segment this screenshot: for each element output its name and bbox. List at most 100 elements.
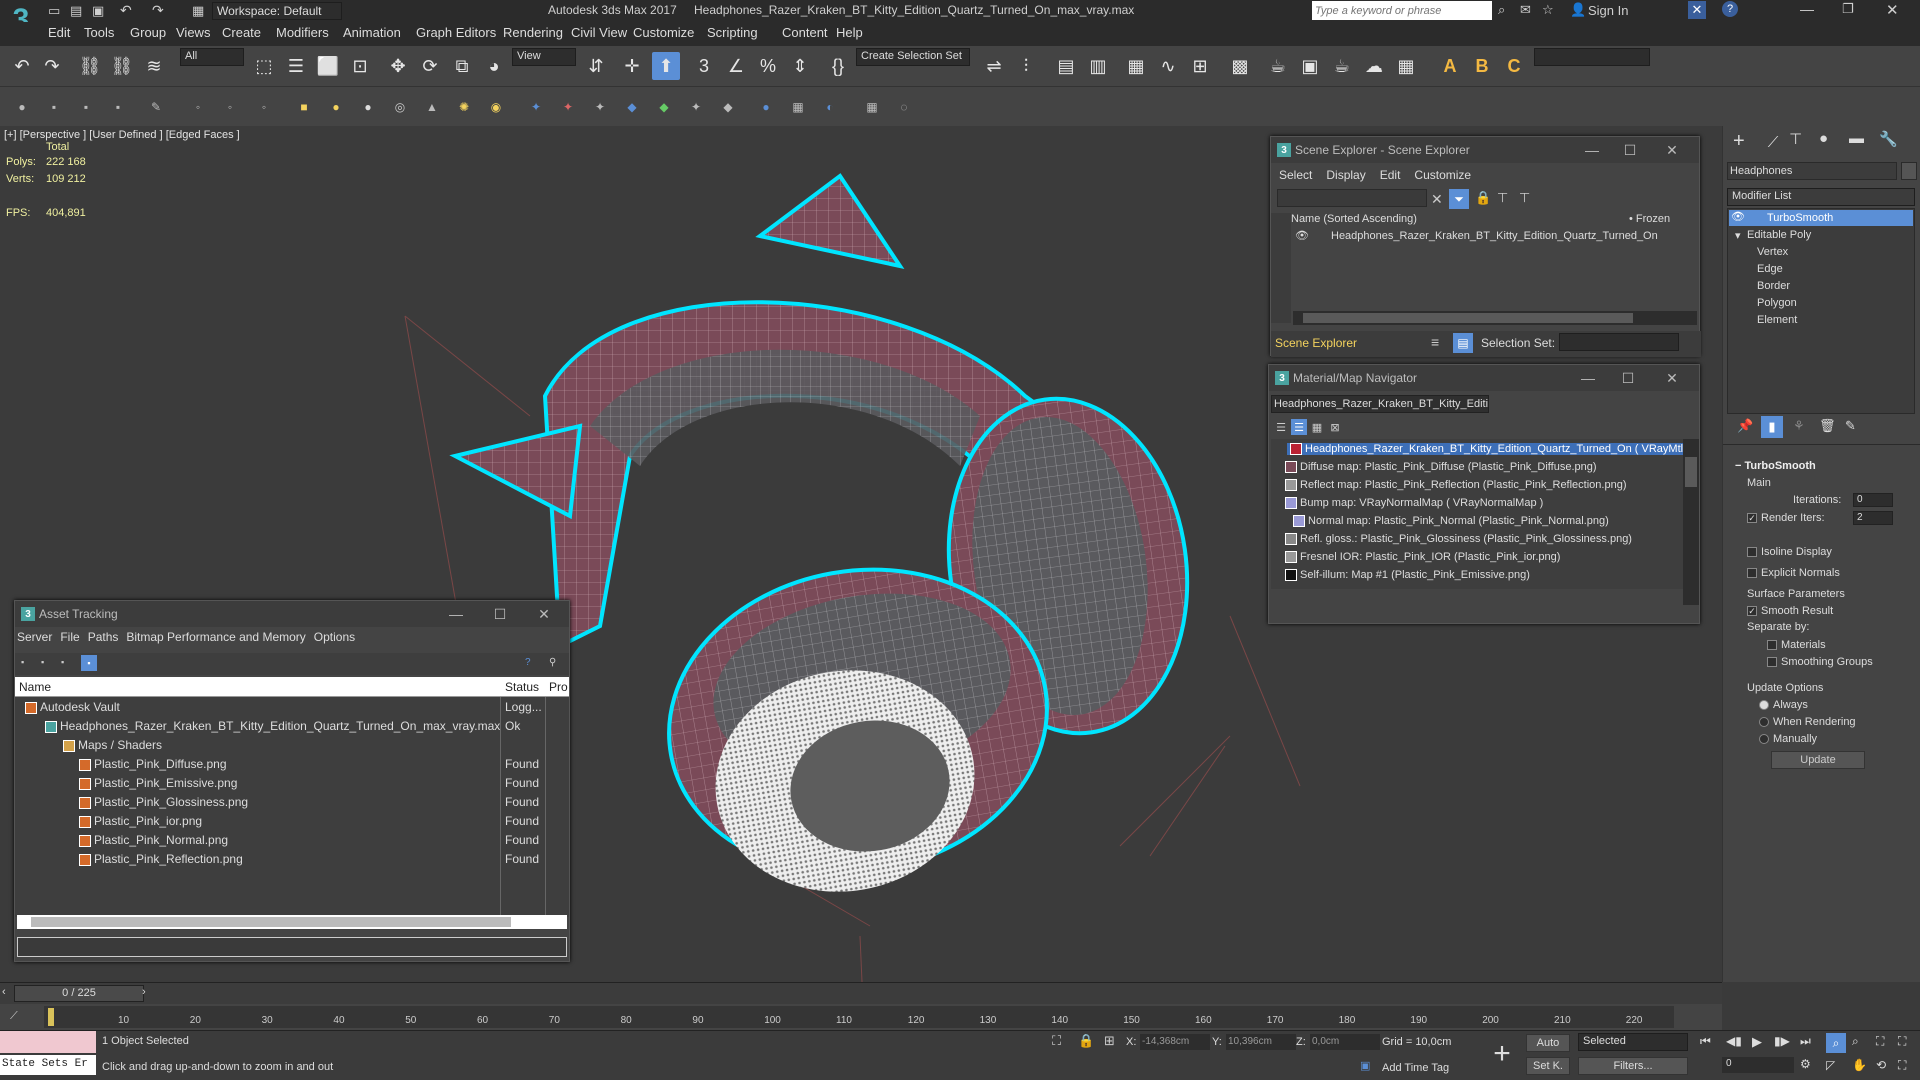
make-unique-icon[interactable]: ⚘ [1793, 418, 1805, 434]
sign-in-link[interactable]: Sign In [1588, 3, 1628, 18]
utilities-tab-icon[interactable]: 🔧 [1879, 130, 1898, 148]
set-key-icon[interactable]: + [1488, 1035, 1516, 1073]
asset-tool-icon-4[interactable]: ▪ [81, 655, 97, 671]
render-production-icon[interactable]: ☕ [1328, 52, 1356, 80]
view-list-icon[interactable]: ☰ [1273, 419, 1289, 435]
render-setup-icon[interactable]: ☕ [1264, 52, 1292, 80]
column-header-name[interactable]: Name (Sorted Ascending) [1291, 213, 1417, 225]
previous-frame-icon[interactable]: ◀▮ [1726, 1034, 1742, 1048]
tool-icon-16[interactable]: ● [756, 97, 776, 117]
eye-icon[interactable]: 👁 [1731, 210, 1745, 223]
asset-row[interactable]: Plastic_Pink_Diffuse.png [79, 757, 227, 771]
autodesk-x-icon[interactable]: ✕ [1688, 1, 1706, 19]
helper-icon[interactable]: ◉ [486, 97, 506, 117]
map-item[interactable]: Self-illum: Map #1 (Plastic_Pink_Emissiv… [1285, 569, 1530, 582]
modify-tab-icon[interactable]: ⟋ [1761, 130, 1785, 154]
scene-explorer-icon[interactable]: ▤ [1052, 52, 1080, 80]
tool-icon-13[interactable]: ◆ [654, 97, 674, 117]
remove-modifier-icon[interactable]: 🗑 [1819, 418, 1836, 434]
tool-icon-2[interactable]: ▪ [44, 97, 64, 117]
subobject-item[interactable]: Element [1757, 314, 1797, 326]
absolute-mode-icon[interactable]: ⊞ [1104, 1033, 1115, 1049]
minimize-icon[interactable]: — [447, 605, 465, 623]
create-selection-set-dropdown[interactable]: Create Selection Set [856, 48, 970, 66]
smoothing-groups-checkbox[interactable]: Smoothing Groups [1767, 656, 1873, 668]
box-primitive-icon[interactable]: ■ [294, 97, 314, 117]
asset-row[interactable]: Plastic_Pink_Emissive.png [79, 776, 237, 790]
hierarchy-icon[interactable]: ⊤ [1497, 190, 1508, 206]
selection-set-icon[interactable]: ▤ [1453, 333, 1473, 353]
rollout-title[interactable]: − TurboSmooth [1735, 460, 1816, 472]
asset-menu-options[interactable]: Options [314, 630, 355, 644]
asset-path-field[interactable] [17, 937, 567, 957]
asset-tool-icon-3[interactable]: ▪ [61, 657, 64, 667]
curve-editor-icon[interactable]: ∿ [1154, 52, 1182, 80]
torus-primitive-icon[interactable]: ◎ [390, 97, 410, 117]
favorites-icon[interactable]: ☆ [1542, 2, 1554, 18]
render-cloud-icon[interactable]: ☁ [1360, 52, 1388, 80]
placement-icon[interactable]: ◕ [480, 52, 508, 80]
motion-tab-icon[interactable]: ● [1819, 130, 1828, 147]
material-navigator-titlebar[interactable]: 3 Material/Map Navigator — ☐ ✕ [1269, 365, 1699, 391]
scene-item-eye-icon[interactable]: 👁 [1295, 229, 1309, 242]
map-item[interactable]: Fresnel IOR: Plastic_Pink_IOR (Plastic_P… [1285, 551, 1560, 564]
material-root[interactable]: Headphones_Razer_Kraken_BT_Kitty_Edition… [1287, 443, 1693, 456]
rectangular-selection-icon[interactable]: ⬜ [314, 52, 342, 80]
tool-icon-5[interactable]: ✎ [146, 97, 166, 117]
scene-explorer-menu-display[interactable]: Display [1326, 168, 1365, 182]
material-tree-scrollbar[interactable] [1683, 439, 1699, 605]
zoom-extents-all-icon[interactable]: ⛶ [1898, 1034, 1906, 1049]
select-object-icon[interactable]: ⬚ [250, 52, 278, 80]
window-crossing-icon[interactable]: ⊡ [346, 52, 374, 80]
pan-icon[interactable]: ✋ [1852, 1058, 1867, 1072]
tool-icon-9[interactable]: ✦ [526, 97, 546, 117]
zoom-icon[interactable]: ⌕ [1826, 1033, 1846, 1053]
edit-named-selection-icon[interactable]: {} [824, 52, 852, 80]
rendered-frame-window-icon[interactable]: ▣ [1296, 52, 1324, 80]
project-icon[interactable]: ▦ [192, 3, 204, 19]
tool-icon-15[interactable]: ◆ [718, 97, 738, 117]
toggle-ribbon-icon[interactable]: ▦ [1122, 52, 1150, 80]
close-icon[interactable]: ✕ [1663, 141, 1681, 159]
pin-stack-icon[interactable]: 📌 [1737, 418, 1753, 434]
select-by-name-icon[interactable]: ☰ [282, 52, 310, 80]
zoom-extents-icon[interactable]: ⛶ [1876, 1034, 1884, 1049]
asset-menu-bitmap[interactable]: Bitmap Performance and Memory [126, 630, 305, 644]
manually-radio[interactable]: Manually [1759, 733, 1817, 745]
menu-edit[interactable]: Edit [48, 25, 70, 40]
time-slider[interactable]: ‹ 0 / 225 › [0, 982, 1722, 1004]
object-name-field[interactable]: Headphones [1727, 162, 1897, 180]
layer-explorer-icon[interactable]: ▥ [1084, 52, 1112, 80]
state-sets-label[interactable]: State Sets Er [0, 1055, 96, 1075]
tool-icon-20[interactable]: ◌ [894, 97, 914, 117]
select-manipulate-icon[interactable]: ✛ [618, 52, 646, 80]
asset-row[interactable]: Plastic_Pink_Normal.png [79, 833, 228, 847]
new-file-icon[interactable]: ▭ [48, 3, 60, 19]
maximize-icon[interactable]: ❐ [1842, 1, 1854, 17]
tool-icon-12[interactable]: ◆ [622, 97, 642, 117]
text-b-icon[interactable]: B [1468, 52, 1496, 80]
create-tab-icon[interactable]: + [1733, 130, 1745, 153]
key-filters-button[interactable]: Filters... [1578, 1057, 1688, 1075]
scale-icon[interactable]: ⧉ [448, 52, 476, 80]
link-icon[interactable]: ⛓ [76, 52, 104, 80]
selection-filter-dropdown[interactable]: All [180, 48, 244, 66]
smooth-result-checkbox[interactable]: ✓ Smooth Result [1747, 605, 1833, 617]
maximize-icon[interactable]: ☐ [491, 605, 509, 623]
next-frame-icon[interactable]: ▮▶ [1774, 1034, 1790, 1048]
align-icon[interactable]: ⫶ [1012, 52, 1040, 80]
tool-icon-7[interactable]: ◦ [220, 97, 240, 117]
subobject-item[interactable]: Polygon [1757, 297, 1797, 309]
map-item[interactable]: Bump map: VRayNormalMap ( VRayNormalMap … [1285, 497, 1543, 510]
asset-tool-icon-2[interactable]: ▪ [41, 657, 44, 667]
maximize-icon[interactable]: ☐ [1619, 369, 1637, 387]
column-header-name[interactable]: Name [19, 680, 51, 694]
selection-lock-icon[interactable]: 🔒 [1078, 1033, 1094, 1049]
time-slider-thumb[interactable]: 0 / 225 [14, 985, 144, 1002]
prev-frame-arrow-icon[interactable]: ‹ [2, 986, 6, 998]
asset-pin-icon[interactable]: ⚲ [549, 657, 556, 668]
orbit-icon[interactable]: ⟲ [1876, 1058, 1886, 1072]
material-editor-icon[interactable]: ▩ [1226, 52, 1254, 80]
material-name-field[interactable]: Headphones_Razer_Kraken_BT_Kitty_Edition… [1271, 395, 1489, 413]
move-icon[interactable]: ✥ [384, 52, 412, 80]
